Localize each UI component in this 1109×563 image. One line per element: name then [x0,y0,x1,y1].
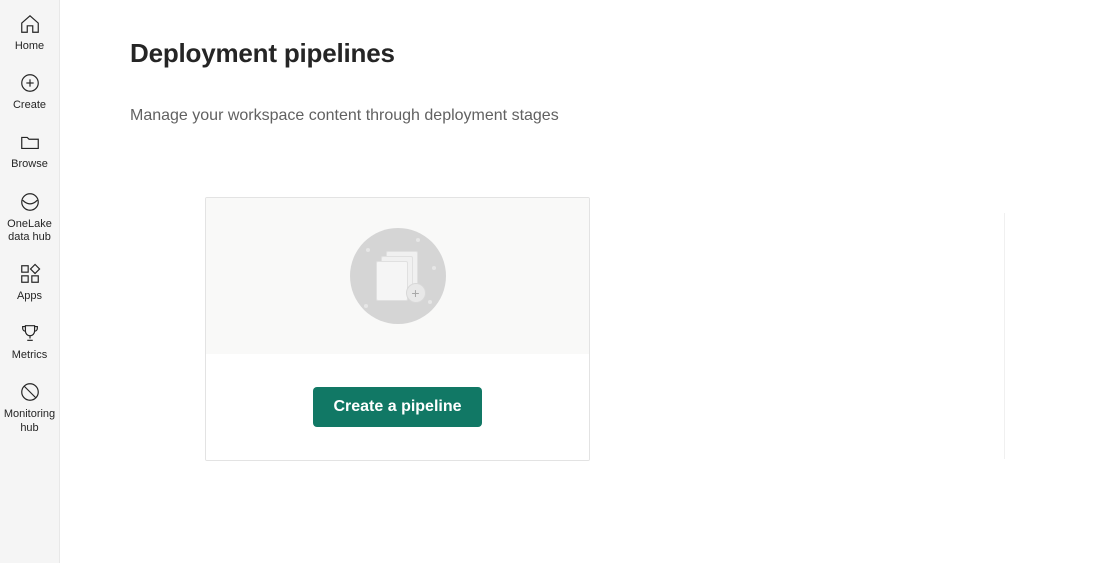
sidebar-item-label: Metrics [12,349,47,362]
card-illustration-area: + [206,198,589,354]
document-stack-icon: + [376,251,420,301]
sidebar-item-home[interactable]: Home [0,6,60,63]
onelake-icon [18,190,42,214]
home-icon [18,12,42,36]
trophy-icon [18,321,42,345]
sidebar-item-monitoring[interactable]: Monitoring hub [0,374,60,444]
sidebar-item-label: Apps [17,290,42,303]
main-content: Deployment pipelines Manage your workspa… [60,0,1109,563]
page-title: Deployment pipelines [130,38,1109,69]
plus-badge-icon: + [406,283,426,303]
sidebar-item-label: Home [15,40,44,53]
sidebar-item-label: Monitoring hub [4,408,55,434]
sidebar-item-label: OneLake data hub [7,218,52,244]
monitoring-icon [18,380,42,404]
sidebar-item-onelake[interactable]: OneLake data hub [0,184,60,254]
sidebar-item-apps[interactable]: Apps [0,256,60,313]
sidebar: Home Create Browse OneLake data hub Apps… [0,0,60,563]
sidebar-item-label: Browse [11,158,48,171]
adjacent-card-edge [1004,213,1005,459]
sidebar-item-label: Create [13,99,46,112]
placeholder-illustration: + [350,228,446,324]
plus-circle-icon [18,71,42,95]
sidebar-item-browse[interactable]: Browse [0,124,60,181]
folder-icon [18,130,42,154]
apps-icon [18,262,42,286]
card-action-area: Create a pipeline [206,354,589,460]
create-pipeline-card: + Create a pipeline [205,197,590,461]
sidebar-item-metrics[interactable]: Metrics [0,315,60,372]
sidebar-item-create[interactable]: Create [0,65,60,122]
create-pipeline-button[interactable]: Create a pipeline [313,387,481,427]
page-subtitle: Manage your workspace content through de… [130,107,1109,125]
